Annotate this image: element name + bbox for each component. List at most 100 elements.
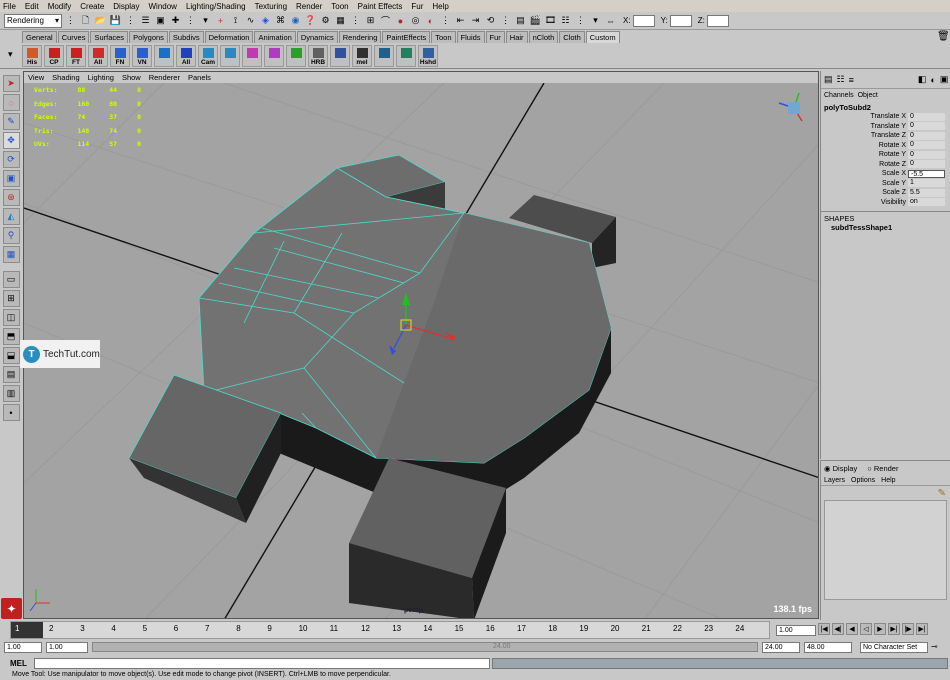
- shelf-tab-toon[interactable]: Toon: [431, 31, 456, 43]
- attribute-name[interactable]: Scale Y: [821, 180, 908, 187]
- coord-x-field[interactable]: [632, 14, 655, 27]
- attribute-row[interactable]: Visibility on: [821, 198, 950, 208]
- time-slider-track[interactable]: 1 2 3 4 5 6 7 8 9 10 11 12 13 14 15 16 17 18 19 20 21 22 23 24: [10, 621, 770, 639]
- attribute-row[interactable]: Scale Y1: [821, 179, 950, 189]
- select-deformer-icon[interactable]: ⌘: [274, 14, 287, 27]
- menu-help[interactable]: Help: [432, 2, 448, 11]
- attribute-name[interactable]: Scale Z: [821, 189, 908, 196]
- attribute-row[interactable]: Rotate Z0: [821, 160, 950, 170]
- menu-lighting-shading[interactable]: Lighting/Shading: [186, 2, 246, 11]
- viewport-scene[interactable]: [24, 83, 819, 619]
- current-frame-field[interactable]: 1.00: [776, 625, 816, 636]
- move-tool-icon[interactable]: ✥: [2, 132, 20, 149]
- menu-modify[interactable]: Modify: [48, 2, 72, 11]
- shelf-tab-cloth[interactable]: Cloth: [559, 31, 585, 43]
- shelf-tab-ncloth[interactable]: nCloth: [528, 31, 559, 43]
- command-input[interactable]: [34, 658, 490, 669]
- snap-point-icon[interactable]: ●: [394, 14, 407, 27]
- character-set-dropdown[interactable]: No Character Set: [860, 642, 928, 653]
- history-icon[interactable]: ⟲: [484, 14, 497, 27]
- start-time-field[interactable]: 1.00: [4, 642, 42, 653]
- trash-icon[interactable]: 🗑: [937, 31, 950, 42]
- attribute-name[interactable]: Translate Y: [821, 123, 908, 130]
- select-component-icon[interactable]: ✚: [169, 14, 182, 27]
- select-tool-icon[interactable]: ➤: [2, 75, 20, 92]
- sphere-icon[interactable]: ◐: [930, 75, 935, 85]
- shelf-menu-icon[interactable]: ▾: [8, 49, 13, 60]
- select-surface-icon[interactable]: ◈: [259, 14, 272, 27]
- rotate-tool-icon[interactable]: ⟳: [2, 151, 20, 168]
- shelf-tab-deformation[interactable]: Deformation: [204, 31, 254, 43]
- last-tool-icon[interactable]: ▦: [2, 246, 20, 263]
- attribute-name[interactable]: Translate X: [821, 113, 908, 120]
- shelf-tab-fur[interactable]: Fur: [485, 31, 505, 43]
- shelf-tab-painteffects[interactable]: PaintEffects: [382, 31, 431, 43]
- ipr-render-icon[interactable]: 🎞: [544, 14, 557, 27]
- input-ops-icon[interactable]: ⇤: [454, 14, 467, 27]
- layout-four-icon[interactable]: ⊞: [2, 290, 20, 307]
- shelf-button-7[interactable]: All: [176, 44, 196, 67]
- select-dynamics-icon[interactable]: ◉: [289, 14, 302, 27]
- attribute-name[interactable]: Rotate Y: [821, 151, 908, 158]
- shelf-button-5[interactable]: VN: [132, 44, 152, 67]
- channel-box-icon[interactable]: ▤: [824, 74, 833, 85]
- panel-menu-lighting[interactable]: Lighting: [88, 73, 114, 82]
- attribute-value-field[interactable]: 0: [908, 150, 945, 159]
- shelf-button-15[interactable]: mel: [352, 44, 372, 67]
- channel-box-menu-object[interactable]: Object: [858, 92, 878, 99]
- select-handle-icon[interactable]: +: [214, 14, 227, 27]
- close-panel-icon[interactable]: ▣: [940, 74, 949, 85]
- range-bar[interactable]: 24.00: [92, 642, 758, 652]
- menu-window[interactable]: Window: [149, 2, 177, 11]
- menu-toon[interactable]: Toon: [331, 2, 348, 11]
- attribute-row[interactable]: Rotate X0: [821, 141, 950, 151]
- shelf-button-1[interactable]: CP: [44, 44, 64, 67]
- shelf-tab-custom[interactable]: Custom: [585, 31, 620, 43]
- select-joint-icon[interactable]: ⟟: [229, 14, 242, 27]
- open-scene-icon[interactable]: 📂: [94, 14, 107, 27]
- layout-menu-icon[interactable]: •: [2, 404, 20, 421]
- lasso-tool-icon[interactable]: ◌: [2, 94, 20, 111]
- layer-editor-toggle-icon[interactable]: ☷: [837, 74, 845, 85]
- coord-z-field[interactable]: [706, 14, 729, 27]
- attribute-name[interactable]: Visibility: [821, 199, 908, 206]
- lock-icon[interactable]: ▦: [334, 14, 347, 27]
- attribute-row[interactable]: Translate Z0: [821, 131, 950, 141]
- shelf-tab-fluids[interactable]: Fluids: [456, 31, 485, 43]
- coord-y-field[interactable]: [669, 14, 692, 27]
- play-back-icon[interactable]: ◁: [860, 623, 872, 635]
- select-misc-icon[interactable]: ⚙: [319, 14, 332, 27]
- new-layer-icon[interactable]: ✎: [938, 488, 946, 499]
- step-forward-frame-icon[interactable]: ▶|: [888, 623, 900, 635]
- shelf-button-17[interactable]: [396, 44, 416, 67]
- attribute-name[interactable]: Rotate Z: [821, 161, 908, 168]
- snap-live-icon[interactable]: ◐: [424, 14, 437, 27]
- panel-menu-renderer[interactable]: Renderer: [149, 73, 180, 82]
- shelf-button-12[interactable]: [286, 44, 306, 67]
- select-object-icon[interactable]: ▣: [154, 14, 167, 27]
- shelf-button-10[interactable]: [242, 44, 262, 67]
- playback-start-field[interactable]: 1.00: [46, 642, 88, 653]
- attribute-name[interactable]: Translate Z: [821, 132, 908, 139]
- shelf-button-9[interactable]: [220, 44, 240, 67]
- tool-settings-icon[interactable]: ◧: [918, 74, 927, 85]
- attribute-value-field[interactable]: 0: [908, 160, 945, 169]
- select-render-icon[interactable]: ❓: [304, 14, 317, 27]
- shelf-button-4[interactable]: FN: [110, 44, 130, 67]
- shelf-tab-curves[interactable]: Curves: [57, 31, 90, 43]
- attribute-value-field[interactable]: 5.5: [908, 188, 945, 197]
- input-box-menu-icon[interactable]: ▾: [589, 14, 602, 27]
- save-scene-icon[interactable]: 💾: [109, 14, 122, 27]
- shelf-button-13[interactable]: HRB: [308, 44, 328, 67]
- shelf-button-0[interactable]: His: [22, 44, 42, 67]
- select-hierarchy-icon[interactable]: ☰: [139, 14, 152, 27]
- show-manipulator-icon[interactable]: ⚲: [2, 227, 20, 244]
- viewport-panel[interactable]: View Shading Lighting Show Renderer Panels: [23, 71, 819, 619]
- end-time-field[interactable]: 48.00: [804, 642, 852, 653]
- shelf-button-6[interactable]: [154, 44, 174, 67]
- menu-edit[interactable]: Edit: [25, 2, 39, 11]
- transform-lock-icon[interactable]: ⇔: [604, 14, 617, 27]
- soft-mod-tool-icon[interactable]: ◭: [2, 208, 20, 225]
- attribute-row[interactable]: Scale Z 5.5: [821, 188, 950, 198]
- step-back-key-icon[interactable]: ◀|: [832, 623, 844, 635]
